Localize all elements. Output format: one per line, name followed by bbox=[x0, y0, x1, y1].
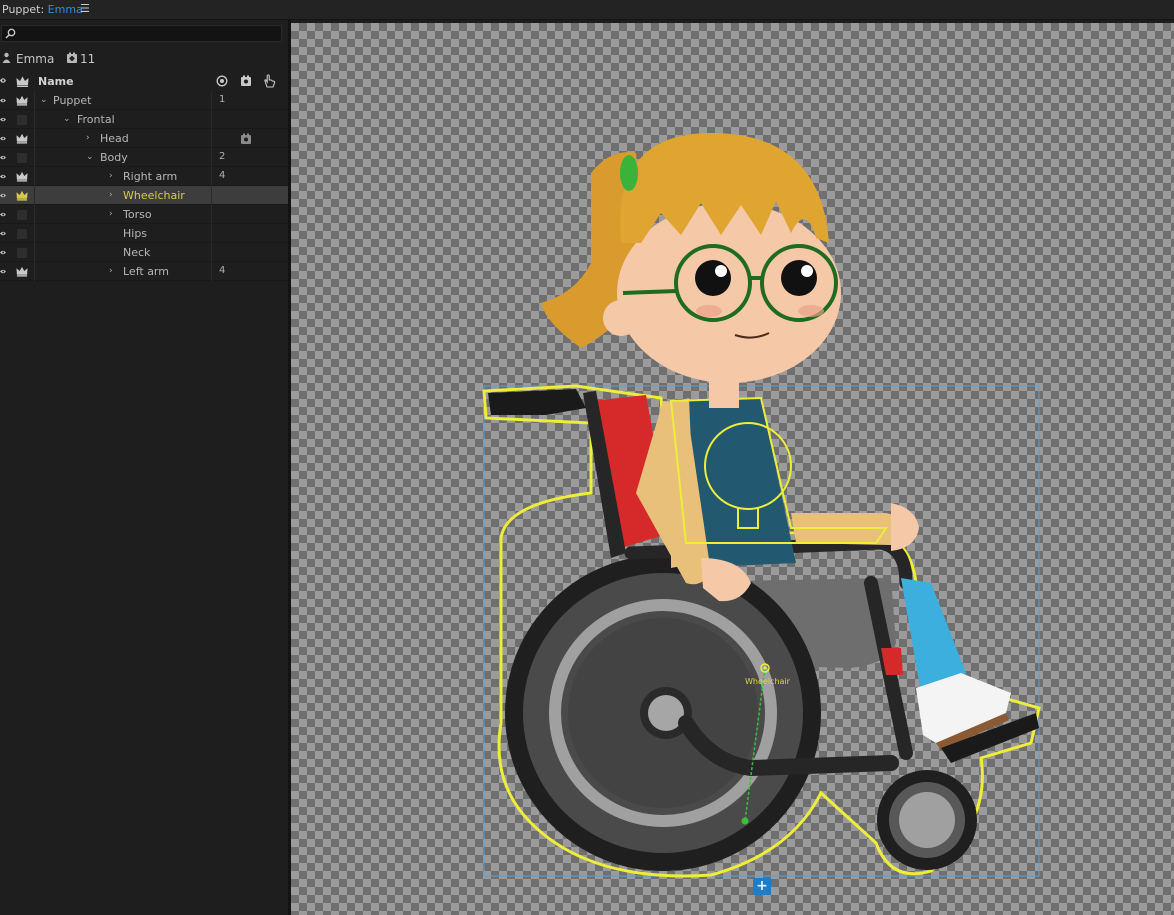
layer-label: Frontal bbox=[77, 113, 115, 126]
origin-handle-label: Wheelchair bbox=[745, 677, 790, 686]
layer-count-badge: 4 bbox=[219, 170, 226, 181]
camera-tag-icon bbox=[241, 133, 251, 144]
layer-row[interactable]: ⌄ Puppet 1 bbox=[0, 91, 288, 110]
chevron-right-icon[interactable]: › bbox=[109, 171, 113, 181]
layer-list: ⌄ Puppet 1 ⌄ Frontal › Head ⌄ Body 2 › R… bbox=[0, 91, 288, 281]
camera-tag-icon[interactable] bbox=[240, 75, 252, 87]
eye-icon[interactable] bbox=[0, 192, 6, 199]
layer-count-badge: 2 bbox=[219, 151, 226, 162]
layer-row[interactable]: Hips bbox=[0, 224, 288, 243]
layer-label: Hips bbox=[123, 227, 148, 240]
crown-icon[interactable] bbox=[16, 95, 28, 106]
column-header: Name bbox=[0, 72, 288, 90]
crown-icon[interactable] bbox=[16, 171, 28, 182]
layer-row[interactable]: ⌄ Frontal bbox=[0, 110, 288, 129]
hand-tag-icon[interactable] bbox=[263, 74, 276, 88]
chevron-right-icon[interactable]: › bbox=[109, 190, 113, 200]
panel-title[interactable]: Puppet: Emma bbox=[2, 3, 83, 16]
layer-count-badge: 1 bbox=[219, 94, 226, 105]
column-name[interactable]: Name bbox=[38, 75, 74, 88]
layer-label: Puppet bbox=[53, 94, 92, 107]
crown-column-icon bbox=[16, 76, 29, 87]
hamburger-icon[interactable]: ☰ bbox=[80, 2, 90, 15]
chevron-down-icon[interactable]: ⌄ bbox=[63, 114, 71, 124]
layer-label: Wheelchair bbox=[123, 189, 185, 202]
layer-label: Right arm bbox=[123, 170, 178, 183]
chevron-right-icon[interactable]: › bbox=[86, 133, 90, 143]
crown-icon[interactable] bbox=[16, 190, 28, 201]
tag-checkbox[interactable] bbox=[17, 153, 27, 163]
layer-label: Torso bbox=[123, 208, 152, 221]
layer-row-selected[interactable]: › Wheelchair bbox=[0, 186, 288, 205]
eye-icon[interactable] bbox=[0, 249, 6, 256]
layer-row[interactable]: › Right arm 4 bbox=[0, 167, 288, 186]
chevron-right-icon[interactable]: › bbox=[109, 266, 113, 276]
puppet-panel: Emma 11 Name ⌄ Puppet 1 ⌄ Frontal › Head… bbox=[0, 20, 288, 915]
eye-icon[interactable] bbox=[0, 211, 6, 218]
record-icon[interactable] bbox=[216, 75, 228, 87]
search-icon bbox=[5, 28, 16, 39]
eye-icon[interactable] bbox=[0, 268, 6, 275]
chevron-down-icon[interactable]: ⌄ bbox=[86, 152, 94, 162]
tag-checkbox[interactable] bbox=[17, 248, 27, 258]
chevron-right-icon[interactable]: › bbox=[109, 209, 113, 219]
scene-canvas[interactable]: Wheelchair + bbox=[291, 23, 1174, 915]
eye-icon[interactable] bbox=[0, 135, 6, 142]
layer-label: Neck bbox=[123, 246, 151, 259]
camera-tag-icon bbox=[67, 52, 77, 63]
user-icon bbox=[2, 52, 11, 63]
eye-icon[interactable] bbox=[0, 154, 6, 161]
layer-row[interactable]: › Torso bbox=[0, 205, 288, 224]
layer-count-badge: 4 bbox=[219, 265, 226, 276]
eye-icon[interactable] bbox=[0, 173, 6, 180]
tag-checkbox[interactable] bbox=[17, 115, 27, 125]
layer-label: Left arm bbox=[123, 265, 169, 278]
eye-icon[interactable] bbox=[0, 230, 6, 237]
panel-title-bar: Puppet: Emma ☰ bbox=[0, 0, 1174, 20]
tag-checkbox[interactable] bbox=[17, 229, 27, 239]
layer-row[interactable]: › Left arm 4 bbox=[0, 262, 288, 281]
add-handle-button[interactable]: + bbox=[753, 878, 771, 895]
puppet-info: Emma 11 bbox=[0, 50, 288, 68]
eye-icon[interactable] bbox=[0, 116, 6, 123]
layer-label: Body bbox=[100, 151, 128, 164]
chevron-down-icon[interactable]: ⌄ bbox=[40, 95, 48, 105]
crown-icon[interactable] bbox=[16, 266, 28, 277]
search-input[interactable] bbox=[1, 25, 282, 42]
tag-checkbox[interactable] bbox=[17, 210, 27, 220]
puppet-name: Emma bbox=[16, 52, 55, 66]
layer-row[interactable]: ⌄ Body 2 bbox=[0, 148, 288, 167]
eye-icon[interactable] bbox=[0, 97, 6, 104]
layer-row[interactable]: Neck bbox=[0, 243, 288, 262]
layer-count: 11 bbox=[80, 52, 96, 66]
layer-label: Head bbox=[100, 132, 129, 145]
crown-icon[interactable] bbox=[16, 133, 28, 144]
layer-row[interactable]: › Head bbox=[0, 129, 288, 148]
puppet-artwork bbox=[482, 133, 1041, 878]
eye-column-icon bbox=[0, 78, 6, 83]
